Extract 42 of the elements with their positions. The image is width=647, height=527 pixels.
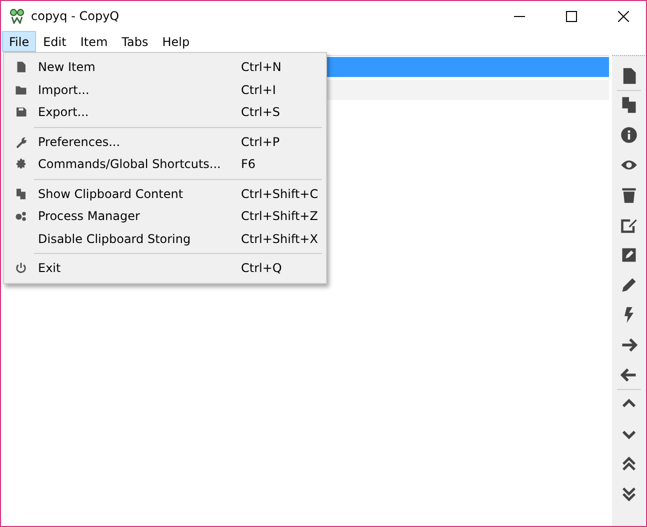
wrench-icon [15,136,27,148]
copy-button[interactable] [620,96,638,114]
arrow-right-icon [620,336,638,354]
app-logo-icon [9,8,25,24]
menu-item[interactable]: Tabs [114,31,156,52]
menu-item[interactable]: Item [73,31,115,52]
menu-entry[interactable]: Export... Ctrl+S [4,101,326,124]
document-icon [15,61,27,74]
arrow-left-icon [620,366,638,384]
arrow-right-button[interactable] [620,336,638,354]
copy-icon [620,96,638,114]
pencil-square-button[interactable] [620,246,638,264]
menu-entry[interactable]: Preferences... Ctrl+P [4,130,326,153]
menu-item[interactable]: Edit [36,31,74,52]
double-chevron-down-icon [620,485,638,503]
close-icon [618,10,628,22]
menu-entry[interactable]: New Item Ctrl+N [4,56,326,78]
power-icon [15,262,27,274]
copy-icon [15,188,27,200]
info-button[interactable] [620,126,638,144]
menu-entry[interactable]: Exit Ctrl+Q [4,257,326,280]
menu-entry[interactable]: Commands/Global Shortcuts... F6 [4,153,326,176]
double-chevron-up-icon [620,455,638,473]
arrow-left-button[interactable] [620,366,638,384]
double-chevron-down-button[interactable] [620,485,638,503]
folder-icon [15,84,27,96]
menu-item[interactable]: Help [155,31,197,52]
pencil-icon [620,276,638,294]
menu-entry[interactable]: Process Manager Ctrl+Shift+Z [4,205,326,228]
trash-button[interactable] [620,186,638,204]
trash-icon [620,186,638,204]
pencil-square-icon [620,246,638,264]
menu-entry[interactable]: Show Clipboard Content Ctrl+Shift+C [4,182,326,205]
window-title: copyq - CopyQ [31,9,120,23]
menu-entry[interactable]: Disable Clipboard Storing Ctrl+Shift+X [4,228,326,250]
double-chevron-up-button[interactable] [620,455,638,473]
pencil-button[interactable] [620,276,638,294]
maximize-icon [566,10,576,22]
menu-item[interactable]: File [2,31,36,52]
info-icon [620,126,638,144]
gear-icon [15,158,27,170]
menu-entry[interactable]: Import... Ctrl+I [4,78,326,101]
